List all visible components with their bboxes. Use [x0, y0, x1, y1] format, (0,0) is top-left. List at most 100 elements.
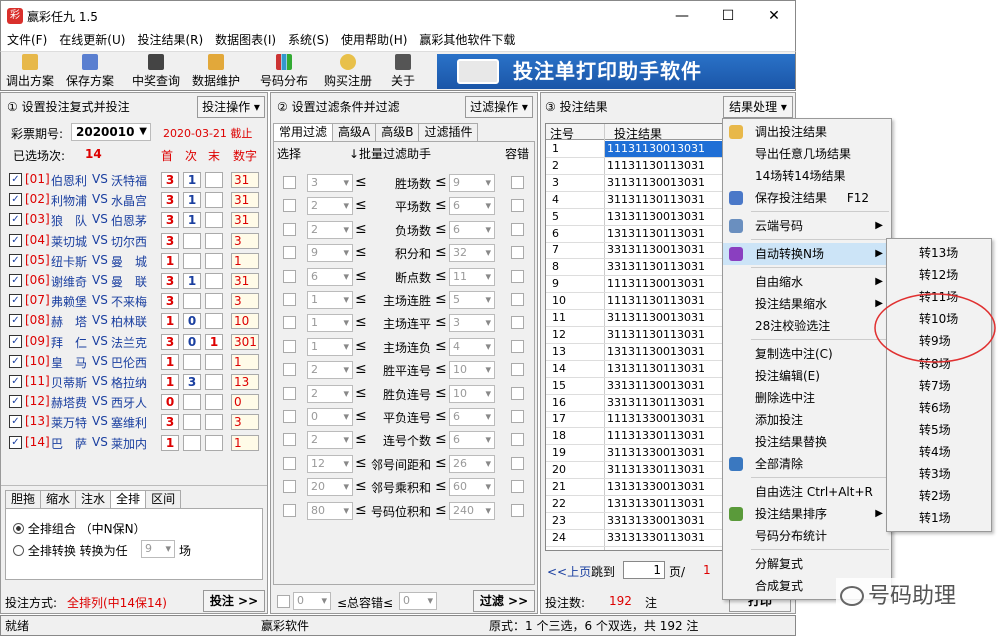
filter-max-select[interactable]: 11: [449, 267, 495, 286]
batch-filter-helper[interactable]: ↓批量过滤助手: [349, 145, 431, 162]
filter-max-select[interactable]: 10: [449, 384, 495, 403]
page-input[interactable]: 1: [623, 561, 665, 579]
match-checkbox[interactable]: ✓: [9, 314, 22, 328]
second-pick[interactable]: 1: [183, 172, 201, 188]
tolerance-checkbox[interactable]: [511, 339, 524, 353]
first-pick[interactable]: 1: [161, 313, 179, 330]
second-pick[interactable]: [183, 252, 201, 269]
filter-checkbox[interactable]: [283, 503, 296, 517]
filter-checkbox[interactable]: [283, 363, 296, 377]
filter-min-select[interactable]: 6: [307, 267, 353, 286]
first-pick[interactable]: 1: [161, 353, 179, 370]
filter-max-select[interactable]: 6: [449, 197, 495, 216]
context-menu-item[interactable]: 投注编辑(E): [723, 365, 891, 387]
convert-submenu-item[interactable]: 转6场: [887, 397, 991, 419]
convert-submenu-item[interactable]: 转7场: [887, 375, 991, 397]
first-pick[interactable]: 1: [161, 374, 179, 390]
first-pick[interactable]: 0: [161, 394, 179, 411]
second-pick[interactable]: [183, 232, 201, 249]
buy-register-button[interactable]: 购买注册: [319, 54, 377, 90]
context-menu-item[interactable]: 保存投注结果 F12: [723, 187, 891, 209]
filter-min-select[interactable]: 1: [307, 337, 353, 356]
match-checkbox[interactable]: ✓: [9, 375, 22, 388]
filter-checkbox[interactable]: [283, 480, 296, 494]
tolerance-checkbox[interactable]: [511, 269, 524, 283]
radio-full-combo[interactable]: 全排组合 （中N保N）: [13, 520, 146, 537]
context-menu-item[interactable]: 分解复式: [723, 553, 891, 575]
filter-min-select[interactable]: 2: [307, 220, 353, 239]
last-pick[interactable]: [205, 212, 223, 229]
filter-tab-0[interactable]: 常用过滤: [273, 123, 334, 141]
last-pick[interactable]: [205, 313, 223, 330]
digits-input[interactable]: 0: [231, 394, 259, 411]
tolerance-checkbox[interactable]: [511, 433, 524, 447]
second-pick[interactable]: [183, 434, 201, 451]
menu-item-1[interactable]: 在线更新(U): [53, 30, 131, 51]
context-menu-item[interactable]: 自由缩水 ▶: [723, 271, 891, 293]
open-plan-button[interactable]: 调出方案: [5, 54, 55, 90]
match-checkbox[interactable]: ✓: [9, 173, 22, 186]
digits-input[interactable]: 3: [231, 232, 259, 249]
filter-checkbox[interactable]: [283, 386, 296, 400]
close-button[interactable]: ✕: [751, 1, 797, 31]
filter-max-select[interactable]: 6: [449, 408, 495, 426]
result-operation-button[interactable]: 结果处理 ▾: [723, 96, 793, 118]
context-menu-item[interactable]: 28注校验选注: [723, 315, 891, 337]
match-checkbox[interactable]: ✓: [9, 354, 22, 368]
match-checkbox[interactable]: ✓: [9, 415, 22, 429]
print-assistant-banner[interactable]: 投注单打印助手软件: [437, 54, 795, 89]
last-pick[interactable]: [205, 394, 223, 411]
filter-checkbox[interactable]: [283, 222, 296, 236]
match-checkbox[interactable]: ✓: [9, 395, 22, 409]
match-checkbox[interactable]: ✓: [9, 274, 22, 287]
first-pick[interactable]: 3: [161, 212, 179, 229]
second-pick[interactable]: [183, 353, 201, 370]
filter-operation-button[interactable]: 过滤操作 ▾: [465, 96, 533, 118]
menu-item-6[interactable]: 赢彩其他软件下载: [413, 30, 521, 51]
bet-button[interactable]: 投注 >>: [203, 590, 265, 612]
convert-submenu-item[interactable]: 转13场: [887, 242, 991, 264]
bet-operation-button[interactable]: 投注操作 ▾: [197, 96, 265, 118]
minimize-button[interactable]: —: [659, 1, 705, 31]
filter-min-select[interactable]: 1: [307, 314, 353, 333]
convert-submenu-item[interactable]: 转5场: [887, 419, 991, 441]
last-pick[interactable]: [205, 353, 223, 370]
filter-tab-3[interactable]: 过滤插件: [418, 123, 479, 141]
menu-item-4[interactable]: 系统(S): [282, 30, 335, 51]
maximize-button[interactable]: ☐: [705, 1, 751, 31]
last-pick[interactable]: [205, 172, 223, 188]
bet-tab-4[interactable]: 区间: [145, 490, 182, 508]
filter-min-select[interactable]: 20: [307, 478, 353, 497]
second-pick[interactable]: 0: [183, 333, 201, 350]
tolerance-checkbox[interactable]: [511, 386, 524, 400]
last-pick[interactable]: 1: [205, 333, 223, 350]
second-pick[interactable]: 1: [183, 212, 201, 229]
context-menu-item[interactable]: 全部清除: [723, 453, 891, 475]
context-menu-item[interactable]: 投注结果替换: [723, 431, 891, 453]
last-pick[interactable]: [205, 192, 223, 209]
filter-checkbox[interactable]: [283, 339, 296, 353]
second-pick[interactable]: 0: [183, 313, 201, 330]
first-pick[interactable]: 3: [161, 273, 179, 289]
filter-max-select[interactable]: 60: [449, 478, 495, 497]
filter-checkbox[interactable]: [283, 410, 296, 423]
convert-submenu-item[interactable]: 转2场: [887, 485, 991, 507]
digits-input[interactable]: 31: [231, 192, 259, 209]
filter-tab-2[interactable]: 高级B: [375, 123, 420, 141]
digits-input[interactable]: 3: [231, 293, 259, 310]
total-tolerance-max[interactable]: 0: [399, 592, 437, 610]
filter-max-select[interactable]: 6: [449, 431, 495, 450]
convert-submenu-item[interactable]: 转12场: [887, 264, 991, 286]
second-pick[interactable]: [183, 394, 201, 411]
filter-checkbox[interactable]: [283, 433, 296, 447]
second-pick[interactable]: [183, 293, 201, 310]
convert-submenu-item[interactable]: 转1场: [887, 507, 991, 529]
tolerance-checkbox[interactable]: [511, 246, 524, 260]
digits-input[interactable]: 31: [231, 172, 259, 188]
match-checkbox[interactable]: ✓: [9, 233, 22, 247]
last-pick[interactable]: [205, 232, 223, 249]
second-pick[interactable]: 3: [183, 374, 201, 390]
last-pick[interactable]: [205, 414, 223, 431]
filter-min-select[interactable]: 80: [307, 501, 353, 520]
filter-min-select[interactable]: 2: [307, 361, 353, 380]
